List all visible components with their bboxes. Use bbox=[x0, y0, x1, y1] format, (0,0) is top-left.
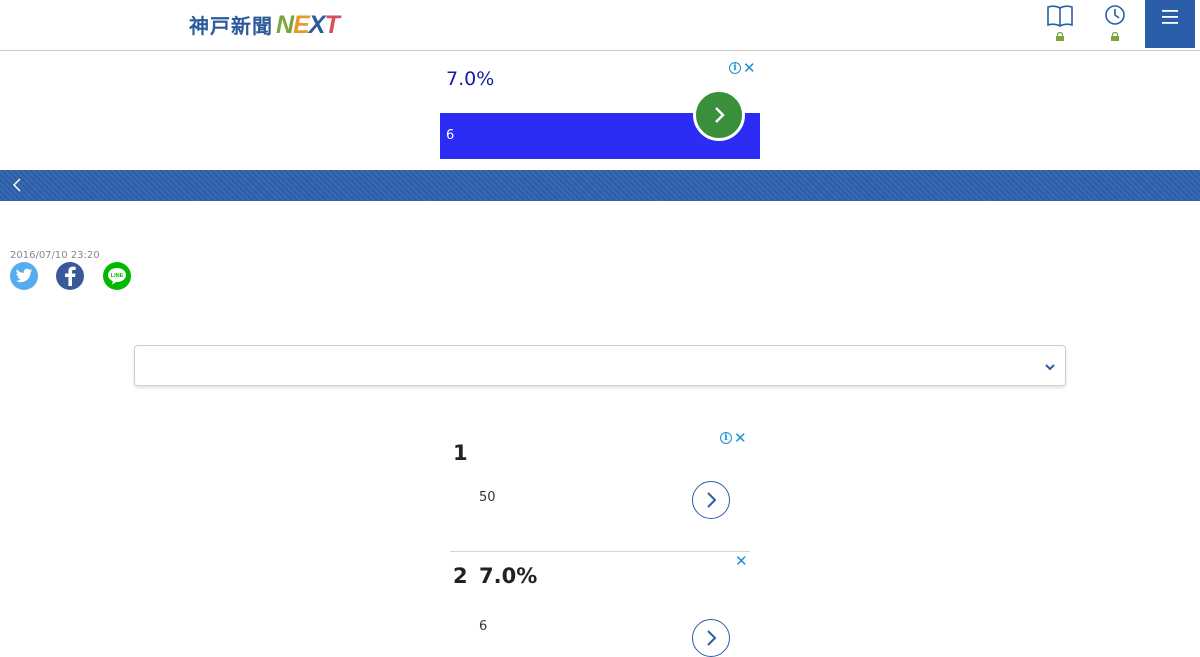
logo-next-text: NEXT bbox=[276, 11, 340, 39]
history-button[interactable] bbox=[1098, 4, 1132, 46]
ad-subtext: 6 bbox=[479, 619, 488, 634]
ad-go-button[interactable] bbox=[692, 619, 730, 657]
ad-bar-text: 6 bbox=[446, 128, 455, 143]
ad-go-button[interactable] bbox=[692, 481, 730, 519]
site-header: 神戸新聞 NEXT bbox=[0, 0, 1200, 51]
ad-title: 7.0% bbox=[479, 564, 538, 588]
line-icon: LINE bbox=[108, 268, 126, 285]
chevron-down-icon bbox=[1045, 364, 1055, 371]
lock-icon bbox=[1111, 32, 1119, 41]
section-nav-band bbox=[0, 170, 1200, 201]
newspaper-viewer-button[interactable] bbox=[1043, 4, 1077, 46]
chevron-right-icon bbox=[707, 492, 717, 508]
section-select[interactable] bbox=[134, 345, 1066, 386]
lock-icon bbox=[1056, 32, 1064, 41]
ad-rank-number: 1 bbox=[453, 441, 468, 465]
ranked-ad-2[interactable]: 2 7.0% 6 ✕ bbox=[450, 551, 750, 657]
svg-text:LINE: LINE bbox=[111, 273, 124, 279]
facebook-icon bbox=[65, 266, 76, 286]
info-icon[interactable]: i bbox=[729, 62, 741, 74]
ad-rank-number: 2 bbox=[453, 564, 468, 588]
book-icon bbox=[1047, 5, 1073, 27]
share-facebook-button[interactable] bbox=[56, 262, 84, 290]
article-date: 2016/07/10 23:20 bbox=[10, 250, 100, 261]
ad-headline: 7.0% bbox=[446, 68, 495, 90]
ad-choices[interactable]: i ✕ bbox=[720, 431, 747, 446]
close-icon[interactable]: ✕ bbox=[743, 61, 756, 76]
twitter-icon bbox=[15, 268, 33, 283]
ad-subtext: 50 bbox=[479, 490, 496, 505]
close-icon[interactable]: ✕ bbox=[735, 554, 748, 569]
top-advertisement[interactable]: 7.0% i ✕ 6 bbox=[440, 60, 760, 159]
chevron-right-icon bbox=[707, 630, 717, 646]
menu-button[interactable] bbox=[1145, 0, 1195, 48]
menu-icon bbox=[1162, 10, 1178, 24]
share-twitter-button[interactable] bbox=[10, 262, 38, 290]
clock-icon bbox=[1105, 5, 1125, 25]
ad-choices[interactable]: i ✕ bbox=[729, 61, 756, 76]
chevron-right-icon bbox=[715, 107, 725, 123]
chevron-left-icon[interactable] bbox=[10, 177, 26, 193]
ranked-ad-1[interactable]: 1 50 i ✕ bbox=[450, 430, 750, 551]
ad-choices[interactable]: ✕ bbox=[735, 554, 748, 569]
logo-japanese-text: 神戸新聞 bbox=[189, 14, 273, 38]
site-logo[interactable]: 神戸新聞 NEXT bbox=[189, 10, 340, 40]
close-icon[interactable]: ✕ bbox=[734, 431, 747, 446]
info-icon[interactable]: i bbox=[720, 432, 732, 444]
ad-go-button[interactable] bbox=[693, 89, 745, 141]
share-line-button[interactable]: LINE bbox=[103, 262, 131, 290]
